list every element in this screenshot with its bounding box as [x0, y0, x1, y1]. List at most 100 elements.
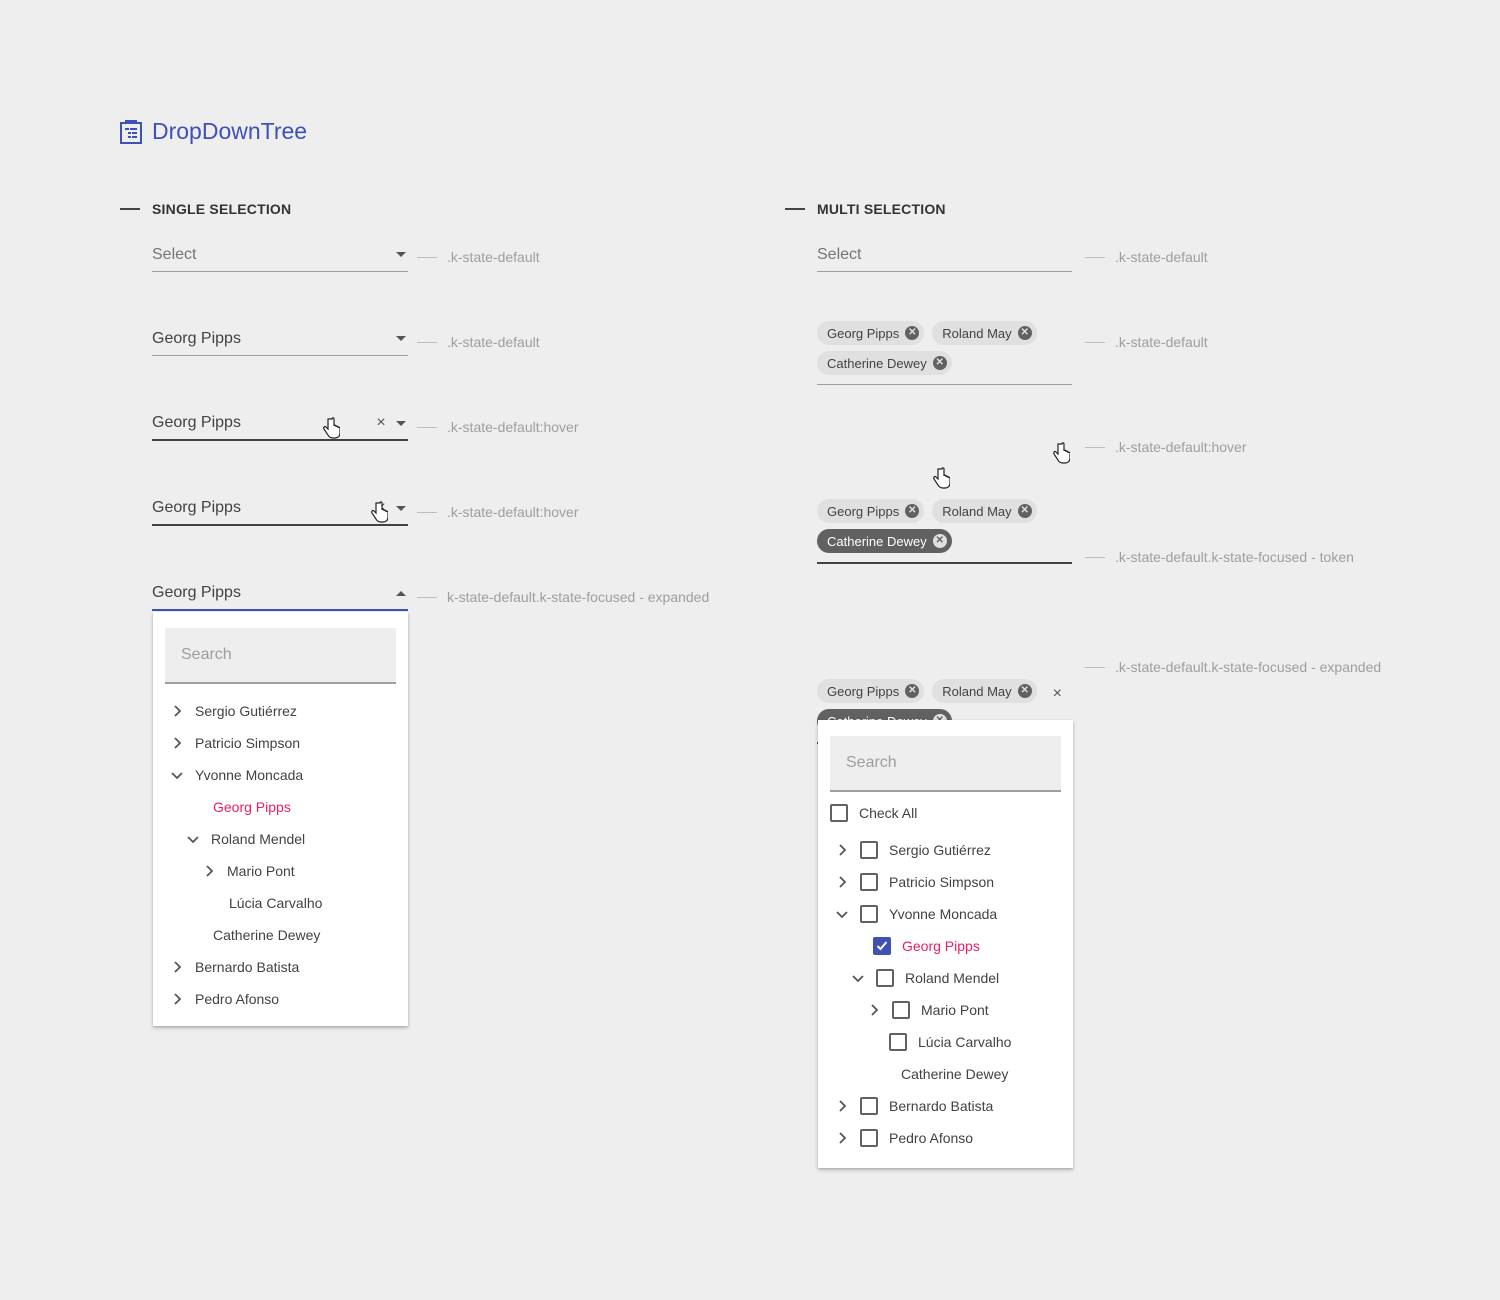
- tree-item[interactable]: Sergio Gutiérrez: [836, 834, 991, 866]
- tree-item[interactable]: Lúcia Carvalho: [889, 1026, 1011, 1058]
- note-line: [1085, 256, 1105, 258]
- tree-item[interactable]: Catherine Dewey: [213, 919, 320, 951]
- token-hovered[interactable]: Catherine Dewey ✕: [817, 529, 952, 553]
- tree-item[interactable]: Yvonne Moncada: [171, 759, 303, 791]
- search-input[interactable]: Search: [165, 628, 396, 684]
- chevron-right-icon[interactable]: [171, 993, 183, 1005]
- x-circle-icon[interactable]: ✕: [905, 326, 920, 340]
- checkbox[interactable]: [860, 905, 878, 923]
- note-line: [417, 256, 437, 258]
- caret-down-icon[interactable]: [396, 252, 406, 257]
- caret-down-icon[interactable]: [396, 420, 406, 426]
- dropdowntree-hover[interactable]: Georg Pipps ×: [152, 407, 408, 441]
- dropdown-value: Georg Pipps: [152, 414, 241, 431]
- x-circle-icon[interactable]: ✕: [1017, 684, 1032, 698]
- tree-item[interactable]: Catherine Dewey: [901, 1058, 1008, 1090]
- x-circle-icon[interactable]: ✕: [905, 684, 920, 698]
- check-all[interactable]: Check All: [830, 797, 917, 829]
- token[interactable]: Roland May ✕: [932, 679, 1037, 703]
- state-note: .k-state-default:hover: [417, 419, 579, 435]
- state-note-text: .k-state-default: [447, 249, 540, 265]
- chevron-down-icon[interactable]: [171, 769, 183, 781]
- checkbox[interactable]: [860, 1129, 878, 1147]
- search-placeholder: Search: [181, 646, 232, 663]
- token[interactable]: Georg Pipps ✕: [817, 499, 925, 523]
- multiselect-default[interactable]: Georg Pipps ✕ Roland May ✕ Catherine Dewey…: [817, 318, 1072, 385]
- dropdowntree-default[interactable]: Georg Pipps: [152, 322, 408, 356]
- checkbox[interactable]: [876, 969, 894, 987]
- chevron-right-icon[interactable]: [836, 844, 848, 856]
- x-circle-icon[interactable]: ✕: [932, 534, 947, 548]
- dropdowntree-focused-expanded[interactable]: Georg Pipps: [152, 577, 408, 611]
- chevron-right-icon[interactable]: [203, 865, 215, 877]
- multiselect-default-empty[interactable]: Select: [817, 238, 1072, 272]
- x-circle-icon[interactable]: ✕: [1017, 326, 1032, 340]
- chevron-right-icon[interactable]: [868, 1004, 880, 1016]
- note-line: [417, 426, 437, 428]
- chevron-right-icon[interactable]: [836, 1100, 848, 1112]
- dropdowntree-icon: [120, 119, 142, 144]
- chevron-down-icon[interactable]: [852, 972, 864, 984]
- tree-item-selected[interactable]: Georg Pipps: [213, 791, 291, 823]
- tree-item-label: Sergio Gutiérrez: [195, 703, 297, 719]
- token[interactable]: Catherine Dewey ✕: [817, 351, 952, 375]
- token[interactable]: Georg Pipps ✕: [817, 321, 925, 345]
- tree-item[interactable]: Sergio Gutiérrez: [171, 695, 297, 727]
- state-note-text: .k-state-default: [1115, 249, 1208, 265]
- checkbox[interactable]: [860, 873, 878, 891]
- tree-item[interactable]: Pedro Afonso: [171, 983, 279, 1015]
- checkbox[interactable]: [860, 1097, 878, 1115]
- caret-down-icon[interactable]: [396, 336, 406, 341]
- caret-up-icon[interactable]: [396, 590, 406, 596]
- checkbox[interactable]: [830, 804, 848, 822]
- checkbox-checked[interactable]: [873, 937, 891, 955]
- search-input[interactable]: Search: [830, 736, 1061, 792]
- note-line: [417, 341, 437, 343]
- tree-item[interactable]: Bernardo Batista: [836, 1090, 993, 1122]
- chevron-down-icon[interactable]: [187, 833, 199, 845]
- note-line: [1085, 341, 1105, 343]
- tree-item[interactable]: Pedro Afonso: [836, 1122, 973, 1154]
- tree-item-label: Bernardo Batista: [889, 1098, 994, 1114]
- heading-dash: [120, 208, 140, 210]
- state-note-text: k-state-default.k-state-focused - expand…: [447, 589, 710, 605]
- chevron-down-icon[interactable]: [836, 908, 848, 920]
- chevron-right-icon[interactable]: [836, 1132, 848, 1144]
- clear-icon[interactable]: ×: [374, 415, 388, 431]
- chevron-right-icon[interactable]: [171, 705, 183, 717]
- tree-item-label: Pedro Afonso: [889, 1130, 974, 1146]
- tree-item[interactable]: Lúcia Carvalho: [229, 887, 322, 919]
- state-note-text: .k-state-default:hover: [447, 419, 579, 435]
- dropdowntree-default-empty[interactable]: Select: [152, 238, 408, 272]
- token[interactable]: Georg Pipps ✕: [817, 679, 925, 703]
- tree-item[interactable]: Roland Mendel: [187, 823, 305, 855]
- checkbox[interactable]: [889, 1033, 907, 1051]
- tree-item[interactable]: Bernardo Batista: [171, 951, 299, 983]
- chevron-right-icon[interactable]: [171, 961, 183, 973]
- token[interactable]: Roland May ✕: [932, 499, 1037, 523]
- tree-item[interactable]: Mario Pont: [868, 994, 989, 1026]
- x-circle-icon[interactable]: ✕: [932, 356, 947, 370]
- x-circle-icon[interactable]: ✕: [905, 504, 920, 518]
- caret-down-icon[interactable]: [396, 505, 406, 511]
- tree-item-selected[interactable]: Georg Pipps: [873, 930, 980, 962]
- x-circle-icon[interactable]: ✕: [1017, 504, 1032, 518]
- checkbox[interactable]: [860, 841, 878, 859]
- clear-icon[interactable]: ×: [1053, 685, 1062, 703]
- multiselect-hover[interactable]: Georg Pipps ✕ Roland May ✕ Catherine Dewey…: [817, 496, 1072, 564]
- tree-item[interactable]: Mario Pont: [203, 855, 295, 887]
- tree-item[interactable]: Roland Mendel: [852, 962, 999, 994]
- chevron-right-icon[interactable]: [171, 737, 183, 749]
- tree-item[interactable]: Patricio Simpson: [836, 866, 994, 898]
- note-line: [1085, 446, 1105, 448]
- tree-item[interactable]: Patricio Simpson: [171, 727, 300, 759]
- note-line: [417, 511, 437, 513]
- tree-item-label: Yvonne Moncada: [889, 906, 998, 922]
- token[interactable]: Roland May ✕: [932, 321, 1037, 345]
- state-note: .k-state-default: [417, 249, 540, 265]
- checkbox[interactable]: [892, 1001, 910, 1019]
- tree-item[interactable]: Yvonne Moncada: [836, 898, 997, 930]
- chevron-right-icon[interactable]: [836, 876, 848, 888]
- hand-cursor-icon: [1053, 442, 1070, 464]
- tree-item-label: Lúcia Carvalho: [918, 1034, 1012, 1050]
